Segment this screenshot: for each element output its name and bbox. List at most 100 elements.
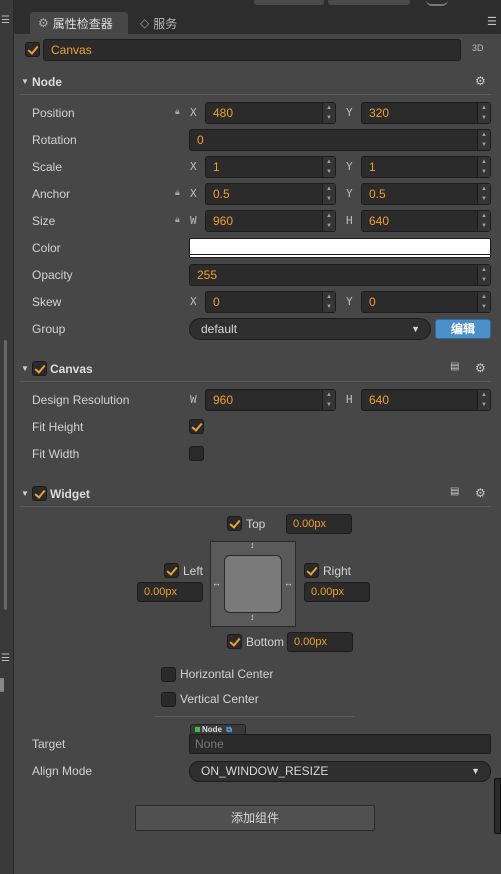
- design-resolution-w-input[interactable]: 960 ▲ ▼: [205, 389, 336, 411]
- color-swatch[interactable]: [189, 238, 491, 258]
- collapse-triangle-icon[interactable]: ▼: [21, 77, 29, 86]
- stepper-icon[interactable]: ▲ ▼: [477, 130, 490, 150]
- canvas-enabled-checkbox[interactable]: [32, 361, 47, 376]
- stepper-icon[interactable]: ▲ ▼: [477, 390, 490, 410]
- stepper-icon[interactable]: ▲ ▼: [322, 157, 335, 177]
- toolbar-button[interactable]: [254, 0, 324, 5]
- 3d-toggle[interactable]: 3D: [472, 43, 484, 53]
- tab-inspector[interactable]: ⚙ 属性检查器: [30, 12, 128, 34]
- anchor-y-input[interactable]: 0.5 ▲ ▼: [361, 183, 491, 205]
- stepper-icon[interactable]: ▲ ▼: [477, 292, 490, 312]
- tab-services[interactable]: ◇ 服务: [132, 12, 202, 34]
- add-component-button[interactable]: 添加组件: [135, 805, 375, 831]
- design-resolution-h-input[interactable]: 640 ▲ ▼: [361, 389, 491, 411]
- scale-y-input[interactable]: 1 ▲ ▼: [361, 156, 491, 178]
- anchor-label: Anchor: [32, 187, 71, 201]
- stepper-icon[interactable]: ▲ ▼: [477, 211, 490, 231]
- target-field[interactable]: None: [189, 734, 491, 754]
- node-type-icon: [195, 727, 200, 732]
- stepper-icon[interactable]: ▲ ▼: [322, 103, 335, 123]
- scale-label: Scale: [32, 160, 63, 174]
- edit-group-button[interactable]: 编辑: [435, 319, 491, 339]
- align-mode-label: Align Mode: [32, 764, 93, 778]
- axis-y-label: Y: [346, 106, 353, 119]
- skew-y-input[interactable]: 0 ▲ ▼: [361, 291, 491, 313]
- right-offset-input[interactable]: 0.00px: [304, 582, 370, 602]
- canvas-settings-gear-icon[interactable]: ⚙: [475, 361, 486, 375]
- alpha-bar: [190, 254, 490, 257]
- toolbar-button[interactable]: [328, 0, 410, 5]
- panel-scrollbar[interactable]: [4, 340, 7, 610]
- bottom-offset-input[interactable]: 0.00px: [287, 632, 353, 652]
- node-active-checkbox[interactable]: [25, 42, 40, 57]
- fit-height-checkbox[interactable]: [189, 419, 204, 434]
- widget-enabled-checkbox[interactable]: [32, 486, 47, 501]
- horizontal-center-checkbox[interactable]: [161, 667, 176, 682]
- scale-y-value: 1: [369, 160, 376, 174]
- skew-x-input[interactable]: 0 ▲ ▼: [205, 291, 336, 313]
- anchor-x-input[interactable]: 0.5 ▲ ▼: [205, 183, 336, 205]
- axis-y-label: Y: [346, 187, 353, 200]
- size-h-input[interactable]: 640 ▲ ▼: [361, 210, 491, 232]
- book-icon[interactable]: ▤: [450, 486, 459, 497]
- widget-settings-gear-icon[interactable]: ⚙: [475, 486, 486, 500]
- target-field-placeholder: None: [195, 737, 224, 751]
- collapse-triangle-icon[interactable]: ▼: [21, 489, 29, 498]
- position-x-value: 480: [213, 106, 234, 120]
- design-resolution-h-value: 640: [369, 393, 390, 407]
- services-icon: ◇: [140, 16, 150, 30]
- top-offset-input[interactable]: 0.00px: [286, 514, 352, 534]
- rotation-label: Rotation: [32, 133, 77, 147]
- section-divider: [154, 716, 354, 717]
- align-left-checkbox[interactable]: [164, 563, 179, 578]
- node-name-input[interactable]: Canvas: [43, 39, 461, 61]
- position-x-input[interactable]: 480 ▲ ▼: [205, 102, 336, 124]
- stepper-icon[interactable]: ▲ ▼: [322, 390, 335, 410]
- scale-x-input[interactable]: 1 ▲ ▼: [205, 156, 336, 178]
- left-offset-input[interactable]: 0.00px: [137, 582, 203, 602]
- panel-menu-icon[interactable]: ☰: [1, 15, 10, 26]
- lock-icon[interactable]: 🔒︎: [175, 106, 180, 117]
- stepper-icon[interactable]: ▲ ▼: [322, 292, 335, 312]
- rotation-input[interactable]: 0 ▲ ▼: [189, 129, 491, 151]
- align-bottom-checkbox[interactable]: [227, 634, 242, 649]
- panel-scrollbar[interactable]: [0, 678, 4, 692]
- refresh-icon[interactable]: [426, 0, 448, 6]
- axis-y-label: Y: [346, 160, 353, 173]
- lock-icon[interactable]: 🔒︎: [175, 214, 180, 225]
- size-w-value: 960: [213, 214, 234, 228]
- vertical-center-checkbox[interactable]: [161, 692, 176, 707]
- skew-x-value: 0: [213, 295, 220, 309]
- target-type-label: Node: [202, 725, 222, 734]
- panel-menu-icon[interactable]: ☰: [487, 17, 497, 28]
- align-bottom-label: Bottom: [246, 635, 285, 649]
- align-right-checkbox[interactable]: [304, 563, 319, 578]
- align-top-checkbox[interactable]: [227, 516, 242, 531]
- tab-services-label: 服务: [153, 16, 178, 31]
- stepper-icon[interactable]: ▲ ▼: [477, 103, 490, 123]
- axis-x-label: X: [190, 106, 197, 119]
- stepper-icon[interactable]: ▲ ▼: [322, 184, 335, 204]
- alignment-diagram: ↕ ↕ ↔ ↔: [210, 540, 296, 627]
- stepper-icon[interactable]: ▲ ▼: [477, 157, 490, 177]
- stepper-icon[interactable]: ▲ ▼: [322, 211, 335, 231]
- align-mode-select[interactable]: ON_WINDOW_RESIZE ▼: [189, 761, 491, 782]
- group-label: Group: [32, 322, 66, 336]
- stepper-icon[interactable]: ▲ ▼: [477, 265, 490, 285]
- fit-width-checkbox[interactable]: [189, 446, 204, 461]
- stepper-icon[interactable]: ▲ ▼: [477, 184, 490, 204]
- collapse-triangle-icon[interactable]: ▼: [21, 364, 29, 373]
- book-icon[interactable]: ▤: [450, 361, 459, 372]
- external-link-icon[interactable]: ⧉: [226, 725, 232, 734]
- tab-bar: ⚙ 属性检查器 ◇ 服务 ☰: [14, 0, 501, 34]
- group-select-value: default: [201, 322, 238, 336]
- lock-icon[interactable]: 🔒︎: [175, 187, 180, 198]
- position-y-value: 320: [369, 106, 390, 120]
- opacity-input[interactable]: 255 ▲ ▼: [189, 264, 491, 286]
- group-select[interactable]: default ▼: [189, 318, 431, 340]
- left-panel-strip: ☰ ☰: [0, 0, 14, 874]
- position-y-input[interactable]: 320 ▲ ▼: [361, 102, 491, 124]
- size-w-input[interactable]: 960 ▲ ▼: [205, 210, 336, 232]
- panel-menu-icon[interactable]: ☰: [1, 653, 10, 664]
- node-settings-gear-icon[interactable]: ⚙: [475, 74, 486, 88]
